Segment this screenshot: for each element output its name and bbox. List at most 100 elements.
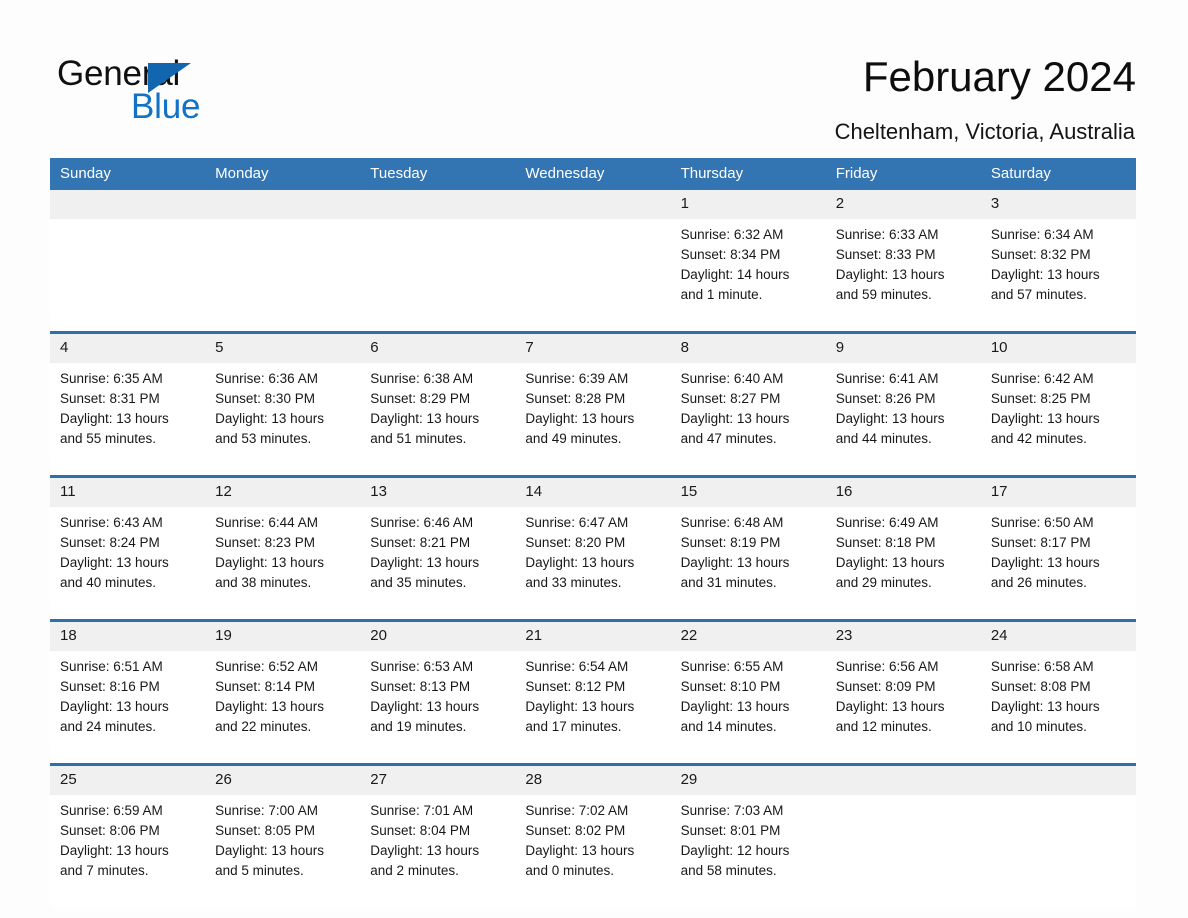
day-cell[interactable]: Sunrise: 6:56 AM Sunset: 8:09 PM Daylight:… [825,651,981,763]
day-sunrise-line: Sunrise: 6:50 AM [990,515,1094,530]
day-sunrise-line: Sunrise: 6:36 AM [215,371,318,386]
day-sunrise-line: Sunrise: 6:47 AM [525,515,629,530]
weekday-header-tuesday: Tuesday [360,158,516,190]
day-sunset-line: Sunset: 8:32 PM [990,247,1091,262]
day-cell[interactable]: Sunrise: 6:55 AM Sunset: 8:10 PM Daylight:… [670,651,826,763]
day-sunset-line: Sunset: 8:16 PM [60,679,160,694]
day-cell[interactable]: Sunrise: 6:33 AM Sunset: 8:33 PM Daylight:… [825,219,981,331]
day-number[interactable]: 13 [360,478,516,507]
week-daynumber-row: 11 12 13 14 15 16 17 [50,478,1136,507]
day-number[interactable]: 2 [825,190,981,219]
day-number[interactable]: 21 [515,622,671,651]
day-cell[interactable]: Sunrise: 6:58 AM Sunset: 8:08 PM Daylight:… [980,651,1136,763]
day-number[interactable]: 22 [670,622,826,651]
day-daylight-line: and 19 minutes. [370,719,467,734]
day-cell-empty [205,219,361,331]
day-number-empty [980,766,1136,795]
day-cell[interactable]: Sunrise: 6:36 AM Sunset: 8:30 PM Daylight:… [205,363,361,475]
day-number[interactable]: 12 [205,478,361,507]
day-cell[interactable]: Sunrise: 6:44 AM Sunset: 8:23 PM Daylight:… [205,507,361,619]
day-daylight-line: Daylight: 13 hours [370,411,480,426]
day-cell[interactable]: Sunrise: 7:00 AM Sunset: 8:05 PM Daylight:… [205,795,361,907]
day-number[interactable]: 6 [360,334,516,363]
day-number[interactable]: 5 [205,334,361,363]
day-daylight-line: and 14 minutes. [680,719,777,734]
calendar-body: 1 2 3 Sunrise: 6:32 AM Sunset: 8:34 PM Daylig… [50,190,1136,907]
day-daylight-line: Daylight: 13 hours [990,555,1100,570]
day-daylight-line: and 51 minutes. [370,431,467,446]
day-number[interactable]: 27 [360,766,516,795]
day-cell[interactable]: Sunrise: 6:43 AM Sunset: 8:24 PM Daylight:… [50,507,206,619]
day-cell[interactable]: Sunrise: 6:49 AM Sunset: 8:18 PM Daylight:… [825,507,981,619]
day-number[interactable]: 25 [50,766,206,795]
day-cell[interactable]: Sunrise: 6:38 AM Sunset: 8:29 PM Daylight:… [360,363,516,475]
day-daylight-line: Daylight: 13 hours [835,699,945,714]
day-number[interactable]: 14 [515,478,671,507]
day-number[interactable]: 7 [515,334,671,363]
day-daylight-line: and 59 minutes. [835,287,932,302]
day-cell[interactable]: Sunrise: 6:39 AM Sunset: 8:28 PM Daylight:… [515,363,671,475]
day-cell[interactable]: Sunrise: 7:01 AM Sunset: 8:04 PM Daylight:… [360,795,516,907]
day-cell-empty [980,795,1136,907]
day-number[interactable]: 16 [825,478,981,507]
day-number[interactable]: 8 [670,334,826,363]
day-cell[interactable]: Sunrise: 6:53 AM Sunset: 8:13 PM Daylight:… [360,651,516,763]
day-sunset-line: Sunset: 8:30 PM [215,391,315,406]
day-number[interactable]: 15 [670,478,826,507]
day-number[interactable]: 10 [980,334,1136,363]
day-number[interactable]: 17 [980,478,1136,507]
day-sunset-line: Sunset: 8:12 PM [525,679,626,694]
day-cell[interactable]: Sunrise: 6:52 AM Sunset: 8:14 PM Daylight:… [205,651,361,763]
day-number[interactable]: 29 [670,766,826,795]
day-daylight-line: and 55 minutes. [60,431,157,446]
day-number[interactable]: 3 [980,190,1136,219]
day-cell[interactable]: Sunrise: 6:35 AM Sunset: 8:31 PM Daylight:… [50,363,206,475]
day-number[interactable]: 11 [50,478,206,507]
day-daylight-line: and 44 minutes. [835,431,932,446]
day-number[interactable]: 18 [50,622,206,651]
day-cell[interactable]: Sunrise: 6:34 AM Sunset: 8:32 PM Daylight:… [980,219,1136,331]
day-cell[interactable]: Sunrise: 6:41 AM Sunset: 8:26 PM Daylight:… [825,363,981,475]
day-daylight-line: and 5 minutes. [215,863,304,878]
day-daylight-line: and 42 minutes. [990,431,1087,446]
day-number[interactable]: 4 [50,334,206,363]
day-number[interactable]: 28 [515,766,671,795]
day-number[interactable]: 24 [980,622,1136,651]
day-daylight-line: Daylight: 13 hours [60,411,169,426]
day-daylight-line: Daylight: 13 hours [370,555,480,570]
day-daylight-line: and 38 minutes. [215,575,312,590]
day-daylight-line: Daylight: 13 hours [370,843,480,858]
day-cell[interactable]: Sunrise: 6:40 AM Sunset: 8:27 PM Daylight:… [670,363,826,475]
page-title: February 2024 [862,53,1136,100]
day-number-empty [515,190,671,219]
day-sunrise-line: Sunrise: 6:53 AM [370,659,474,674]
day-sunrise-line: Sunrise: 7:01 AM [370,803,474,818]
day-daylight-line: and 58 minutes. [680,863,777,878]
day-number[interactable]: 26 [205,766,361,795]
day-cell[interactable]: Sunrise: 6:46 AM Sunset: 8:21 PM Daylight:… [360,507,516,619]
day-cell[interactable]: Sunrise: 6:42 AM Sunset: 8:25 PM Daylight:… [980,363,1136,475]
day-sunrise-line: Sunrise: 6:48 AM [680,515,784,530]
day-cell[interactable]: Sunrise: 6:32 AM Sunset: 8:34 PM Daylight:… [670,219,826,331]
day-number[interactable]: 1 [670,190,826,219]
day-cell[interactable]: Sunrise: 6:48 AM Sunset: 8:19 PM Daylight:… [670,507,826,619]
day-sunrise-line: Sunrise: 6:32 AM [680,227,784,242]
day-number[interactable]: 9 [825,334,981,363]
day-daylight-line: Daylight: 13 hours [680,555,790,570]
day-cell[interactable]: Sunrise: 6:50 AM Sunset: 8:17 PM Daylight:… [980,507,1136,619]
day-number[interactable]: 23 [825,622,981,651]
day-cell[interactable]: Sunrise: 6:51 AM Sunset: 8:16 PM Daylight:… [50,651,206,763]
day-cell-empty [50,219,206,331]
day-sunrise-line: Sunrise: 6:56 AM [835,659,939,674]
day-cell[interactable]: Sunrise: 6:54 AM Sunset: 8:12 PM Daylight:… [515,651,671,763]
day-number[interactable]: 20 [360,622,516,651]
day-number[interactable]: 19 [205,622,361,651]
day-daylight-line: Daylight: 13 hours [60,699,169,714]
day-cell[interactable]: Sunrise: 6:59 AM Sunset: 8:06 PM Daylight:… [50,795,206,907]
day-cell[interactable]: Sunrise: 6:47 AM Sunset: 8:20 PM Daylight:… [515,507,671,619]
day-cell[interactable]: Sunrise: 7:02 AM Sunset: 8:02 PM Daylight:… [515,795,671,907]
day-daylight-line: and 12 minutes. [835,719,932,734]
day-daylight-line: Daylight: 13 hours [215,843,324,858]
day-cell[interactable]: Sunrise: 7:03 AM Sunset: 8:01 PM Daylight:… [670,795,826,907]
day-daylight-line: and 10 minutes. [990,719,1087,734]
